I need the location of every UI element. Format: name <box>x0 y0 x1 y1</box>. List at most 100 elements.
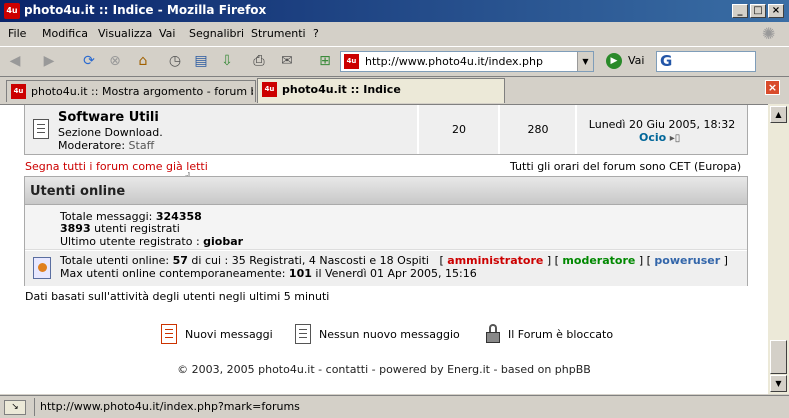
forum-row: Software Utili Sezione Download. Moderat… <box>24 105 748 155</box>
google-logo-icon: G <box>660 52 673 70</box>
last-post-user-link[interactable]: Ocio <box>639 131 666 144</box>
timezone-note: Tutti gli orari del forum sono CET (Euro… <box>510 160 742 173</box>
status-text: http://www.photo4u.it/index.php?mark=for… <box>40 400 300 413</box>
go-label: Vai <box>628 54 645 67</box>
vertical-scrollbar[interactable]: ▲ ▼ <box>768 104 789 394</box>
legend-new-posts: Nuovi messaggi <box>185 328 273 341</box>
online-count: 57 <box>172 254 188 267</box>
forward-icon[interactable]: ▶ <box>38 51 60 71</box>
who-is-online-box: Utenti online Totale messaggi: 324358 38… <box>24 176 748 286</box>
reload-icon[interactable]: ⟳ <box>78 51 100 71</box>
tab-label: photo4u.it :: Indice <box>282 83 401 96</box>
activity-note: Dati basati sull'attività degli utenti n… <box>25 290 330 303</box>
registered-count: 3893 <box>60 222 91 235</box>
legend-admin: amministratore <box>447 254 544 267</box>
menu-segnalibri[interactable]: Segnalibri <box>189 27 244 40</box>
legend-no-new-posts: Nessun nuovo messaggio <box>319 328 460 341</box>
scroll-down-icon[interactable]: ▼ <box>770 375 787 392</box>
scroll-thumb[interactable] <box>770 340 787 374</box>
menu-file[interactable]: File <box>8 27 26 40</box>
registered-users-line: 3893 utenti registrati <box>60 222 180 235</box>
max-online-date: il Venerdì 01 Apr 2005, 15:16 <box>311 267 477 280</box>
back-icon[interactable]: ◀ <box>4 51 26 71</box>
downloads-icon[interactable]: ⇩ <box>216 51 238 71</box>
title-bar: 4u photo4u.it :: Indice - Mozilla Firefo… <box>0 0 789 22</box>
last-post-author: Ocio ▸▯ <box>639 131 680 144</box>
last-post-date: Lunedì 20 Giu 2005, 18:32 <box>588 118 736 131</box>
menu-visualizza[interactable]: Visualizza <box>98 27 152 40</box>
search-box[interactable]: G <box>656 51 756 72</box>
scroll-up-icon[interactable]: ▲ <box>770 106 787 123</box>
status-bar: ↘ http://www.photo4u.it/index.php?mark=f… <box>0 395 789 418</box>
tab-label: photo4u.it :: Mostra argomento - forum b… <box>31 85 253 98</box>
window-title: photo4u.it :: Indice - Mozilla Firefox <box>24 3 267 17</box>
lock-icon <box>486 324 500 344</box>
new-posts-icon <box>161 324 177 344</box>
online-users-icon <box>33 257 51 279</box>
posts-cell: 280 <box>500 105 576 154</box>
menu-vai[interactable]: Vai <box>159 27 175 40</box>
no-new-posts-icon <box>295 324 311 344</box>
mail-icon[interactable]: ✉ <box>276 51 298 71</box>
navigation-toolbar: ◀ ▶ ⟳ ⊗ ⌂ ◷ ▤ ⇩ ⎙ ✉ ⊞ 4u http://www.phot… <box>0 46 789 74</box>
topics-count: 20 <box>452 123 466 136</box>
legend-poweruser: poweruser <box>654 254 721 267</box>
topics-cell: 20 <box>419 105 499 154</box>
forum-info-cell: Software Utili Sezione Download. Moderat… <box>25 105 418 154</box>
page-content: Software Utili Sezione Download. Moderat… <box>0 104 768 394</box>
tab-favicon-icon: 4u <box>262 82 277 97</box>
new-tab-icon[interactable]: ⊞ <box>314 51 336 71</box>
moderator-link[interactable]: Staff <box>129 139 155 152</box>
bookmarks-icon[interactable]: ▤ <box>190 51 212 71</box>
url-dropdown-icon[interactable]: ▼ <box>577 52 593 71</box>
max-online-prefix: Max utenti online contemporaneamente: <box>60 267 289 280</box>
close-tab-icon[interactable]: × <box>765 80 780 95</box>
footer: © 2003, 2005 photo4u.it - contatti - pow… <box>177 363 591 376</box>
online-breakdown: di cui : 35 Registrati, 4 Nascosti e 18 … <box>187 254 429 267</box>
go-arrow-icon: ▶ <box>606 53 622 69</box>
stats-area: Totale messaggi: 324358 3893 utenti regi… <box>25 205 747 250</box>
menu-strumenti[interactable]: Strumenti <box>251 27 306 40</box>
forum-name-link[interactable]: Software Utili <box>58 110 159 125</box>
tab-mostra-argomento[interactable]: 4u photo4u.it :: Mostra argomento - foru… <box>6 80 256 102</box>
max-online-line: Max utenti online contemporaneamente: 10… <box>60 267 477 280</box>
mark-all-read-link[interactable]: Segna tutti i forum come già letti <box>25 160 208 173</box>
minimize-button[interactable]: _ <box>732 4 748 18</box>
site-icon: 4u <box>344 54 359 69</box>
print-icon[interactable]: ⎙ <box>248 51 270 71</box>
history-icon[interactable]: ◷ <box>164 51 186 71</box>
last-registered-user-link[interactable]: giobar <box>203 235 243 248</box>
legend-locked: Il Forum è bloccato <box>508 328 614 341</box>
home-icon[interactable]: ⌂ <box>132 51 154 71</box>
last-registered-label: Ultimo utente registrato : <box>60 235 204 248</box>
status-icon: ↘ <box>4 400 26 415</box>
forum-description: Sezione Download. <box>58 126 163 139</box>
forum-doc-icon <box>33 119 49 139</box>
last-post-cell: Lunedì 20 Giu 2005, 18:32 Ocio ▸▯ <box>577 105 747 154</box>
status-separator <box>34 398 35 416</box>
tab-favicon-icon: 4u <box>11 84 26 99</box>
menu-bar: File Modifica Visualizza Vai Segnalibri … <box>0 24 789 44</box>
throbber-icon: ✺ <box>762 24 776 43</box>
maximize-button[interactable]: □ <box>750 4 766 18</box>
online-prefix: Totale utenti online: <box>60 254 173 267</box>
last-post-arrow-icon[interactable]: ▸▯ <box>670 133 681 144</box>
registered-label: utenti registrati <box>90 222 180 235</box>
posts-count: 280 <box>527 123 549 136</box>
tab-bar: 4u photo4u.it :: Mostra argomento - foru… <box>0 76 789 103</box>
menu-modifica[interactable]: Modifica <box>42 27 88 40</box>
online-header: Utenti online <box>25 177 747 205</box>
max-online-count: 101 <box>288 267 312 280</box>
favicon-icon: 4u <box>4 3 20 19</box>
forum-moderator: Moderatore: Staff <box>58 139 154 152</box>
stop-icon[interactable]: ⊗ <box>104 51 126 71</box>
online-users-area: Totale utenti online: 57 di cui : 35 Reg… <box>25 251 747 286</box>
legend-moderator: moderatore <box>562 254 636 267</box>
last-registered-line: Ultimo utente registrato : giobar <box>60 235 243 248</box>
menu-help[interactable]: ? <box>313 27 319 40</box>
online-users-line: Totale utenti online: 57 di cui : 35 Reg… <box>60 254 728 267</box>
close-button[interactable]: × <box>768 4 784 18</box>
url-bar[interactable]: 4u http://www.photo4u.it/index.php ▼ <box>340 51 594 72</box>
online-title[interactable]: Utenti online <box>30 184 125 199</box>
tab-indice[interactable]: 4u photo4u.it :: Indice <box>257 78 505 103</box>
